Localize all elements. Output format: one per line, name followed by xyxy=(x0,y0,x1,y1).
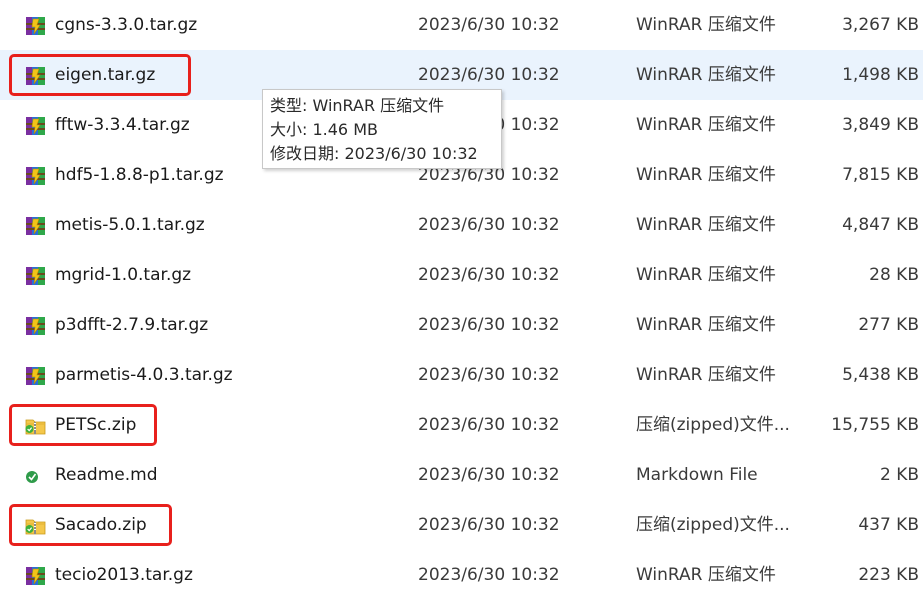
file-modified-date: 2023/6/30 10:32 xyxy=(418,465,560,485)
file-row[interactable]: tecio2013.tar.gz 2023/6/30 10:32 WinRAR 压缩… xyxy=(0,550,923,600)
file-modified-date: 2023/6/30 10:32 xyxy=(418,365,560,385)
file-modified-date: 2023/6/30 10:32 xyxy=(418,265,560,285)
file-size: 277 KB xyxy=(858,315,919,335)
file-size: 437 KB xyxy=(858,515,919,535)
highlight-box xyxy=(9,54,191,96)
file-type: 压缩(zipped)文件... xyxy=(636,515,790,535)
file-size: 5,438 KB xyxy=(842,365,919,385)
file-type: WinRAR 压缩文件 xyxy=(636,215,776,235)
file-type: WinRAR 压缩文件 xyxy=(636,565,776,585)
file-size: 28 KB xyxy=(869,265,919,285)
file-size: 4,847 KB xyxy=(842,215,919,235)
file-name: hdf5-1.8.8-p1.tar.gz xyxy=(55,165,224,185)
file-type: WinRAR 压缩文件 xyxy=(636,65,776,85)
file-name: Readme.md xyxy=(55,465,158,485)
file-modified-date: 2023/6/30 10:32 xyxy=(418,15,560,35)
file-list: cgns-3.3.0.tar.gz 2023/6/30 10:32 WinRAR 压… xyxy=(0,0,923,585)
file-row[interactable]: parmetis-4.0.3.tar.gz 2023/6/30 10:32 WinR… xyxy=(0,350,923,400)
tooltip-modified: 修改日期: 2023/6/30 10:32 xyxy=(270,144,478,163)
file-size: 3,849 KB xyxy=(842,115,919,135)
markdown-file-icon xyxy=(25,467,47,485)
file-row[interactable]: cgns-3.3.0.tar.gz 2023/6/30 10:32 WinRAR 压… xyxy=(0,0,923,50)
file-row[interactable]: Readme.md 2023/6/30 10:32 Markdown File 2 K… xyxy=(0,450,923,500)
file-name: mgrid-1.0.tar.gz xyxy=(55,265,192,285)
highlight-box xyxy=(9,504,172,546)
winrar-archive-icon xyxy=(25,267,47,285)
file-modified-date: 2023/6/30 10:32 xyxy=(418,315,560,335)
file-name: parmetis-4.0.3.tar.gz xyxy=(55,365,233,385)
winrar-archive-icon xyxy=(25,17,47,35)
winrar-archive-icon xyxy=(25,217,47,235)
file-type: Markdown File xyxy=(636,465,758,485)
file-info-tooltip: 类型: WinRAR 压缩文件 大小: 1.46 MB 修改日期: 2023/6… xyxy=(262,89,502,169)
file-row[interactable]: mgrid-1.0.tar.gz 2023/6/30 10:32 WinRAR 压缩… xyxy=(0,250,923,300)
file-size: 223 KB xyxy=(858,565,919,585)
file-modified-date: 2023/6/30 10:32 xyxy=(418,565,560,585)
file-name: tecio2013.tar.gz xyxy=(55,565,193,585)
winrar-archive-icon xyxy=(25,317,47,335)
tooltip-size: 大小: 1.46 MB xyxy=(270,120,378,139)
highlight-box xyxy=(9,404,157,446)
file-type: WinRAR 压缩文件 xyxy=(636,165,776,185)
winrar-archive-icon xyxy=(25,567,47,585)
file-type: WinRAR 压缩文件 xyxy=(636,315,776,335)
file-size: 1,498 KB xyxy=(842,65,919,85)
file-row[interactable]: p3dfft-2.7.9.tar.gz 2023/6/30 10:32 WinRAR… xyxy=(0,300,923,350)
file-size: 3,267 KB xyxy=(842,15,919,35)
file-type: WinRAR 压缩文件 xyxy=(636,265,776,285)
file-name: fftw-3.3.4.tar.gz xyxy=(55,115,190,135)
file-name: cgns-3.3.0.tar.gz xyxy=(55,15,198,35)
file-name: metis-5.0.1.tar.gz xyxy=(55,215,205,235)
file-modified-date: 2023/6/30 10:32 xyxy=(418,415,560,435)
winrar-archive-icon xyxy=(25,117,47,135)
winrar-archive-icon xyxy=(25,367,47,385)
file-type: 压缩(zipped)文件... xyxy=(636,415,790,435)
file-name: p3dfft-2.7.9.tar.gz xyxy=(55,315,209,335)
file-size: 15,755 KB xyxy=(831,415,919,435)
file-type: WinRAR 压缩文件 xyxy=(636,365,776,385)
file-type: WinRAR 压缩文件 xyxy=(636,115,776,135)
file-type: WinRAR 压缩文件 xyxy=(636,15,776,35)
file-modified-date: 2023/6/30 10:32 xyxy=(418,215,560,235)
file-size: 7,815 KB xyxy=(842,165,919,185)
tooltip-type: 类型: WinRAR 压缩文件 xyxy=(270,96,445,115)
file-modified-date: 2023/6/30 10:32 xyxy=(418,515,560,535)
file-size: 2 KB xyxy=(879,465,919,485)
winrar-archive-icon xyxy=(25,167,47,185)
file-row[interactable]: metis-5.0.1.tar.gz 2023/6/30 10:32 WinRAR … xyxy=(0,200,923,250)
file-modified-date: 2023/6/30 10:32 xyxy=(418,65,560,85)
